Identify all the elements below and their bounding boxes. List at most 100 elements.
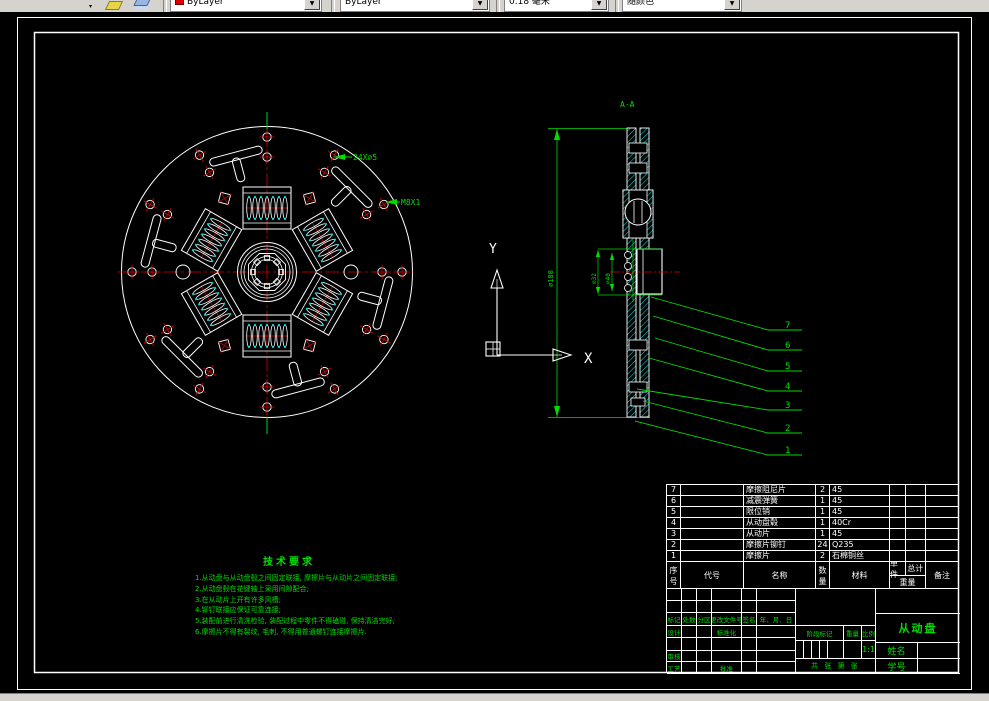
table-row: 5 限位销 1 45	[667, 507, 958, 518]
bom-code	[681, 551, 744, 562]
tb-process: 工艺	[667, 662, 682, 674]
bom-remark	[926, 518, 958, 529]
tb-approve: 批准	[712, 662, 742, 674]
toolbar-separator	[163, 0, 167, 12]
bom-material: 石棉铜丝	[830, 551, 890, 562]
bom-material: 45	[830, 485, 890, 496]
bom-remark	[926, 507, 958, 518]
tb-id-label: 学号	[876, 659, 918, 674]
tb-scale: 比例	[862, 626, 876, 641]
chevron-down-icon[interactable]: ▼	[591, 0, 607, 10]
dim-label-24x5: 24X∅5	[353, 153, 377, 162]
bom-qty: 24	[816, 540, 830, 551]
tb-count: 处数	[682, 613, 697, 626]
bom-remark	[926, 496, 958, 507]
bom-unit	[890, 507, 906, 518]
bom-material: 45	[830, 529, 890, 540]
bom-qty: 2	[816, 551, 830, 562]
table-row: 4 从动盘毂 1 40Cr	[667, 518, 958, 529]
tech-req-line: 2.从动盘毂在花键轴上采用间隙配合;	[195, 584, 310, 593]
bom-table: 7 摩擦阻尼片 2 45 6 减震弹簧 1 45 5 限位销 1 45 4 从动…	[666, 484, 959, 589]
front-view-dimensions: 24X∅5 M8X1	[334, 153, 420, 207]
tb-name-label: 姓名	[876, 643, 918, 659]
plotstyle-combobox[interactable]: 随颜色 ▼	[622, 0, 742, 12]
bom-unit	[890, 485, 906, 496]
tb-change-file: 更改文件号	[712, 613, 742, 626]
technical-requirements: 技术要求 1.从动盘与从动盘毂之间固定联接, 摩擦片与从动片之间固定联接; 2.…	[195, 553, 455, 638]
bom-unit	[890, 529, 906, 540]
tb-mark: 标记	[667, 613, 682, 626]
plotstyle-combobox-value: 随颜色	[627, 0, 655, 7]
linetype-combobox[interactable]: ByLayer ▼	[340, 0, 490, 12]
bom-total	[906, 518, 926, 529]
bom-header-name: 名称	[744, 562, 816, 589]
bom-remark	[926, 540, 958, 551]
lineweight-combobox[interactable]: 0.18 毫米 ▼	[504, 0, 609, 12]
outer-dim-text: ∅180	[547, 270, 555, 287]
toolbar-overflow-button[interactable]: ▾	[86, 0, 99, 12]
drawing-canvas[interactable]: 24X∅5 M8X1 A-A ∅180 ∅32 ∅40 7 6 5 4 3 2 …	[0, 12, 989, 693]
bom-material: 45	[830, 507, 890, 518]
tb-audit: 审核	[667, 651, 682, 662]
bom-code	[681, 496, 744, 507]
bom-name: 摩擦片铆钉	[744, 540, 816, 551]
bom-material: Q235	[830, 540, 890, 551]
balloon-1: 1	[785, 446, 790, 456]
bom-total	[906, 496, 926, 507]
bom-qty: 1	[816, 496, 830, 507]
linetype-combobox-value: ByLayer	[345, 0, 382, 7]
layers-icon	[133, 0, 151, 6]
bom-header-qty: 数量	[816, 562, 830, 589]
tech-req-line: 3.在从动片上开有许多风槽;	[195, 595, 282, 604]
toolbar-separator	[331, 0, 335, 12]
bom-header-seq: 序号	[667, 562, 681, 589]
bom-total	[906, 529, 926, 540]
bom-seq: 7	[667, 485, 681, 496]
tb-scale-value: 1:1	[862, 641, 876, 659]
bom-code	[681, 540, 744, 551]
section-title: A-A	[620, 100, 635, 109]
tech-req-line: 6.摩擦片不得有裂纹, 毛刺, 不得用普通螺钉连接摩擦片.	[195, 627, 367, 636]
tb-standardize: 标准化	[712, 626, 742, 638]
layer-sheet-icon	[104, 1, 124, 10]
layer-properties-button[interactable]	[132, 0, 152, 12]
hub-dim-1: ∅32	[591, 273, 598, 284]
chevron-down-icon[interactable]: ▼	[304, 0, 320, 10]
tech-req-title: 技术要求	[263, 557, 315, 568]
make-layer-current-button[interactable]	[104, 0, 124, 12]
bom-total	[906, 485, 926, 496]
bom-header-material: 材料	[830, 562, 890, 589]
bom-total	[906, 507, 926, 518]
bom-seq: 5	[667, 507, 681, 518]
balloon-5: 5	[785, 362, 790, 372]
tb-zone: 分区	[697, 613, 712, 626]
color-combobox[interactable]: ByLayer ▼	[170, 0, 322, 12]
lineweight-combobox-value: 0.18 毫米	[509, 0, 550, 7]
drawing-title: 从动盘	[876, 614, 960, 643]
tb-date: 年、月、日	[757, 613, 796, 626]
bom-seq: 3	[667, 529, 681, 540]
table-row: 1 摩擦片 2 石棉铜丝	[667, 551, 958, 562]
bom-header-unit: 单件	[890, 562, 906, 579]
bom-name: 从动盘毂	[744, 518, 816, 529]
bom-unit	[890, 551, 906, 562]
bom-header-total: 总计	[907, 564, 924, 573]
tb-weight: 重量	[844, 626, 862, 641]
ucs-x-label: X	[584, 351, 593, 367]
chevron-down-icon[interactable]: ▼	[724, 0, 740, 10]
toolbar-separator	[496, 0, 500, 12]
tech-req-line: 1.从动盘与从动盘毂之间固定联接, 摩擦片与从动片之间固定联接;	[195, 574, 398, 582]
hub-dim-2: ∅40	[605, 273, 612, 284]
bom-header-code: 代号	[681, 562, 744, 589]
bom-remark	[926, 529, 958, 540]
balloon-leaders	[634, 296, 802, 456]
tb-sign: 签名	[742, 613, 757, 626]
bom-unit	[890, 540, 906, 551]
balloon-4: 4	[785, 382, 790, 392]
balloon-numbers: 7 6 5 4 3 2 1	[785, 321, 790, 456]
chevron-down-icon[interactable]: ▼	[472, 0, 488, 10]
color-combobox-value: ByLayer	[187, 0, 224, 7]
table-row: 7 摩擦阻尼片 2 45	[667, 485, 958, 496]
bom-total	[906, 540, 926, 551]
bom-code	[681, 485, 744, 496]
